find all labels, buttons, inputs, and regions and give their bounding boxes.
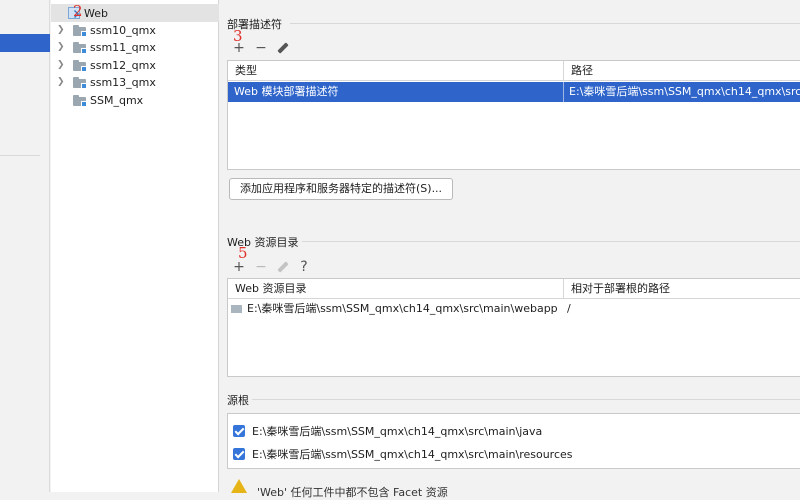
descriptors-section-title: 部署描述符 [227, 18, 282, 31]
tree-item-label: Web [84, 6, 108, 20]
web-resource-dir-cell: E:\秦咪雪后端\ssm\SSM_qmx\ch14_qmx\src\main\w… [228, 299, 563, 319]
source-root-label: E:\秦咪雪后端\ssm\SSM_qmx\ch14_qmx\src\main\r… [252, 448, 573, 461]
section-divider [302, 241, 800, 242]
help-button[interactable]: ? [297, 260, 311, 274]
descriptors-toolbar: + − [232, 38, 289, 58]
descriptor-type-cell: Web 模块部署描述符 [234, 85, 339, 98]
tree-item-ssm10-qmx[interactable]: ❯ ssm10_qmx [51, 21, 219, 39]
annotation-2: 2 [73, 2, 83, 20]
remove-web-resource-button[interactable]: − [254, 260, 268, 274]
relative-path-cell: / [567, 302, 571, 315]
source-root-java[interactable]: E:\秦咪雪后端\ssm\SSM_qmx\ch14_qmx\src\main\j… [233, 423, 542, 439]
web-resources-toolbar: + − ? [232, 257, 311, 277]
tree-item-ssm12-qmx[interactable]: ❯ ssm12_qmx [51, 56, 219, 74]
folder-icon [231, 305, 242, 313]
web-resources-section-title: Web 资源目录 [227, 236, 299, 249]
web-resources-table: Web 资源目录 相对于部署根的路径 E:\秦咪雪后端\ssm\SSM_qmx\… [227, 278, 800, 377]
module-folder-icon [73, 76, 87, 89]
source-roots-section-title: 源根 [227, 394, 249, 407]
nav-selected-item[interactable] [0, 34, 50, 52]
column-header-path[interactable]: 路径 [564, 61, 593, 81]
add-descriptor-button[interactable]: + [232, 41, 246, 55]
tree-item-label: ssm12_qmx [90, 58, 156, 72]
checkbox-checked-icon[interactable] [233, 425, 245, 437]
tree-item-label: ssm10_qmx [90, 23, 156, 37]
module-folder-icon [73, 59, 87, 72]
add-server-descriptor-button[interactable]: 添加应用程序和服务器特定的描述符(S)... [229, 178, 454, 200]
chevron-right-icon[interactable]: ❯ [57, 60, 67, 70]
module-folder-icon [73, 24, 87, 37]
descriptors-table: 类型 路径 Web 模块部署描述符 E:\秦咪雪后端\ssm\SSM_qmx\c… [227, 60, 800, 170]
section-divider [252, 399, 800, 400]
section-divider [290, 23, 800, 24]
tree-item-label: ssm13_qmx [90, 75, 156, 89]
descriptors-table-header: 类型 路径 [228, 61, 800, 81]
chevron-right-icon[interactable]: ❯ [57, 77, 67, 87]
column-header-relative-path[interactable]: 相对于部署根的路径 [564, 279, 670, 299]
tree-item-label: SSM_qmx [90, 93, 144, 107]
remove-descriptor-button[interactable]: − [254, 41, 268, 55]
nav-divider [0, 155, 40, 156]
add-web-resource-button[interactable]: + [232, 260, 246, 274]
chevron-right-icon[interactable]: ❯ [57, 25, 67, 35]
tree-item-ssm11-qmx[interactable]: ❯ ssm11_qmx [51, 38, 219, 56]
table-row[interactable]: Web 模块部署描述符 E:\秦咪雪后端\ssm\SSM_qmx\ch14_qm… [228, 82, 800, 102]
column-header-type[interactable]: 类型 [228, 61, 257, 81]
column-header-web-resource-dir[interactable]: Web 资源目录 [228, 279, 306, 299]
warning-icon [231, 479, 247, 493]
descriptor-path-cell: E:\秦咪雪后端\ssm\SSM_qmx\ch14_qmx\src\ma [569, 85, 800, 98]
project-structure-tree: Web ❯ ssm10_qmx ❯ ssm11_qmx ❯ ssm12_qmx … [51, 0, 219, 492]
module-folder-icon [73, 94, 87, 107]
warning-message: 'Web' 任何工件中都不包含 Facet 资源 [257, 486, 448, 499]
tree-item-label: ssm11_qmx [90, 40, 156, 54]
tree-item-ssm13-qmx[interactable]: ❯ ssm13_qmx [51, 73, 219, 91]
checkbox-checked-icon[interactable] [233, 448, 245, 460]
module-folder-icon [73, 41, 87, 54]
chevron-right-icon[interactable]: ❯ [57, 42, 67, 52]
settings-nav-strip [0, 0, 50, 492]
edit-pencil-icon[interactable] [276, 261, 289, 274]
web-resources-table-header: Web 资源目录 相对于部署根的路径 [228, 279, 800, 299]
edit-pencil-icon[interactable] [276, 42, 289, 55]
source-root-label: E:\秦咪雪后端\ssm\SSM_qmx\ch14_qmx\src\main\j… [252, 425, 543, 438]
tree-item-ssm-qmx[interactable]: SSM_qmx [51, 91, 219, 109]
web-resource-dir-text: E:\秦咪雪后端\ssm\SSM_qmx\ch14_qmx\src\main\w… [247, 302, 558, 315]
table-row[interactable]: E:\秦咪雪后端\ssm\SSM_qmx\ch14_qmx\src\main\w… [228, 299, 800, 319]
source-root-resources[interactable]: E:\秦咪雪后端\ssm\SSM_qmx\ch14_qmx\src\main\r… [233, 446, 573, 462]
